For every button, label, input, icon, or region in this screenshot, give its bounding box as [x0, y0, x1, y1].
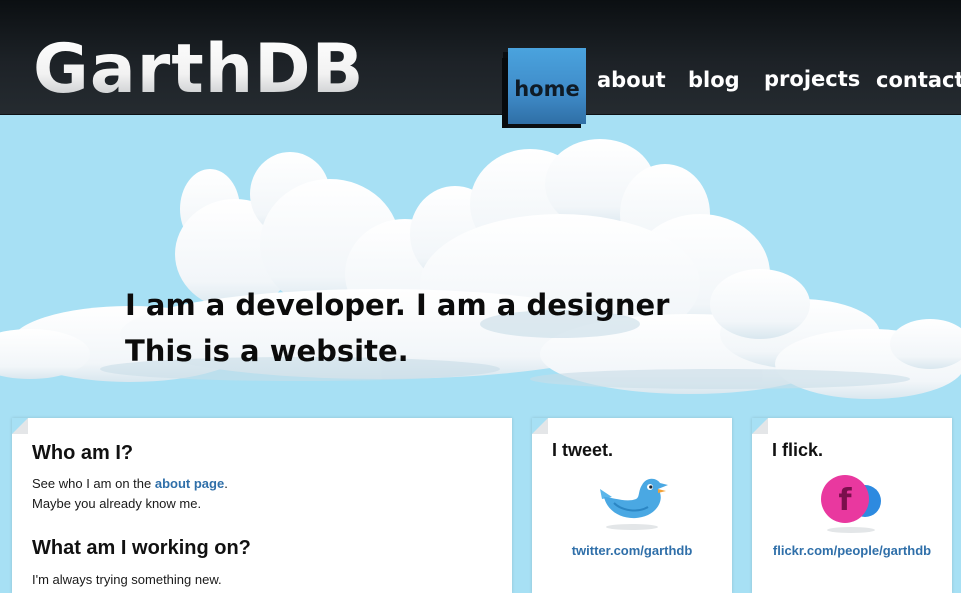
tweet-heading: I tweet.	[552, 440, 614, 460]
about-text-before: See who I am on the	[32, 476, 155, 491]
working-on-text: I'm always trying something new.	[32, 572, 222, 587]
site-header: GarthDB home about blog projects contact	[0, 0, 961, 128]
hero-tagline: I am a developer. I am a designer This i…	[125, 282, 685, 374]
nav-blog[interactable]: blog	[688, 68, 740, 92]
flickr-link[interactable]: flickr.com/people/garthdb	[752, 543, 952, 558]
about-page-link[interactable]: about page	[155, 476, 224, 491]
about-text-after: .	[224, 476, 228, 491]
about-panel: Who am I? See who I am on the about page…	[12, 418, 512, 593]
site-logo[interactable]: GarthDB	[33, 32, 364, 108]
who-am-i-heading: Who am I?	[32, 442, 134, 464]
flickr-icon[interactable]: f	[817, 475, 889, 533]
nav-contact[interactable]: contact	[876, 68, 961, 92]
flick-panel: I flick. f flickr.com/people/garthdb	[752, 418, 952, 593]
working-on-heading: What am I working on?	[32, 537, 251, 559]
flick-heading: I flick.	[772, 440, 824, 460]
nav-home[interactable]: home	[502, 48, 586, 128]
about-text: See who I am on the about page.	[32, 474, 228, 494]
svg-text:f: f	[838, 483, 852, 518]
twitter-bird-icon[interactable]	[592, 475, 672, 531]
maybe-know-text: Maybe you already know me.	[32, 496, 202, 511]
tweet-panel: I tweet. twitter.com/garthdb	[532, 418, 732, 593]
hero-line-1: I am a developer. I am a designer	[125, 288, 670, 322]
twitter-link[interactable]: twitter.com/garthdb	[532, 543, 732, 558]
hero-line-2: This is a website.	[125, 334, 409, 368]
nav-projects[interactable]: projects	[764, 67, 860, 91]
nav-about[interactable]: about	[597, 68, 666, 92]
